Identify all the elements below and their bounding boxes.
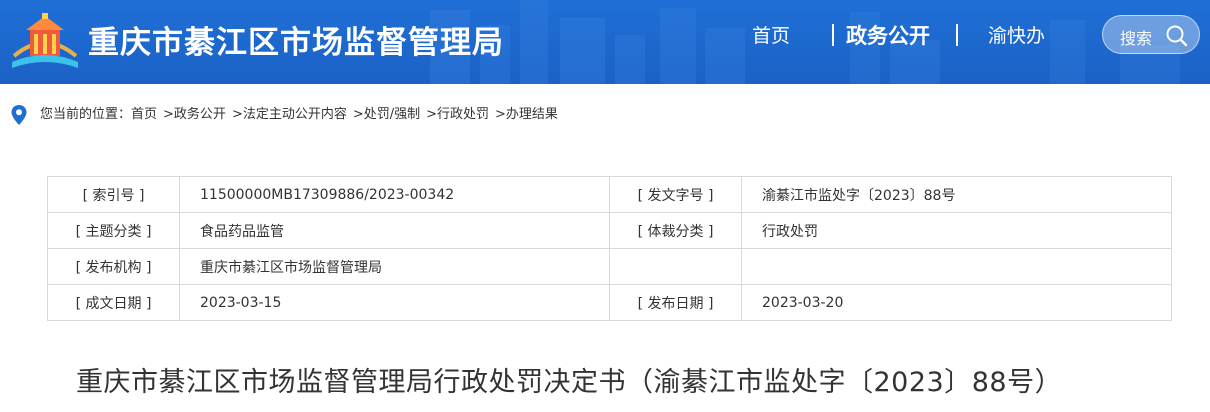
meta-value-publish-date: 2023-03-20 <box>741 284 1172 321</box>
meta-value-doc-number: 渝綦江市监处字〔2023〕88号 <box>741 176 1172 213</box>
breadcrumb-item-home[interactable]: 首页 <box>131 107 157 122</box>
nav-yukuaiban[interactable]: 渝快办 <box>988 22 1045 50</box>
breadcrumb-item-gov-open[interactable]: >政务公开 <box>163 107 226 122</box>
table-row: [ 成文日期 ] 2023-03-15 [ 发布日期 ] 2023-03-20 <box>47 284 1172 321</box>
meta-label-topic: [ 主题分类 ] <box>47 212 180 249</box>
table-row: [ 主题分类 ] 食品药品监管 [ 体裁分类 ] 行政处罚 <box>47 212 1172 249</box>
table-row: [ 索引号 ] 11500000MB17309886/2023-00342 [ … <box>47 176 1172 213</box>
nav-divider <box>956 24 958 46</box>
meta-value-genre: 行政处罚 <box>741 212 1172 249</box>
meta-label-doc-number: [ 发文字号 ] <box>609 176 742 213</box>
location-pin-icon <box>11 105 27 125</box>
meta-label-written-date: [ 成文日期 ] <box>47 284 180 321</box>
document-meta-table: [ 索引号 ] 11500000MB17309886/2023-00342 [ … <box>47 176 1172 321</box>
meta-label-index: [ 索引号 ] <box>47 176 180 213</box>
search-button[interactable]: 搜索 <box>1102 15 1200 54</box>
document-title: 重庆市綦江区市场监督管理局行政处罚决定书（渝綦江市监处字〔2023〕88号） <box>76 367 1063 398</box>
meta-value-topic: 食品药品监管 <box>179 212 610 249</box>
meta-label-publish-date: [ 发布日期 ] <box>609 284 742 321</box>
meta-label-genre: [ 体裁分类 ] <box>609 212 742 249</box>
meta-value-written-date: 2023-03-15 <box>179 284 610 321</box>
meta-value-publisher: 重庆市綦江区市场监督管理局 <box>179 248 610 285</box>
breadcrumb-item-results[interactable]: >办理结果 <box>495 107 558 122</box>
site-title[interactable]: 重庆市綦江区市场监督管理局 <box>88 17 504 62</box>
site-header: 重庆市綦江区市场监督管理局 首页 政务公开 渝快办 搜索 <box>0 0 1210 84</box>
breadcrumb-prefix: 您当前的位置： <box>40 107 132 122</box>
meta-value-index: 11500000MB17309886/2023-00342 <box>179 176 610 213</box>
nav-home[interactable]: 首页 <box>752 22 790 50</box>
search-label: 搜索 <box>1120 29 1153 48</box>
nav-divider <box>832 24 834 46</box>
emblem-logo-icon <box>12 13 78 68</box>
search-icon <box>1166 25 1188 47</box>
breadcrumb-item-penalty-enforcement[interactable]: >处罚/强制 <box>353 107 420 122</box>
meta-label-empty <box>609 248 742 285</box>
nav-gov-open[interactable]: 政务公开 <box>846 22 930 50</box>
meta-label-publisher: [ 发布机构 ] <box>47 248 180 285</box>
meta-value-empty <box>741 248 1172 285</box>
breadcrumb-item-admin-penalty[interactable]: >行政处罚 <box>426 107 489 122</box>
table-row: [ 发布机构 ] 重庆市綦江区市场监督管理局 <box>47 248 1172 285</box>
breadcrumb-item-statutory[interactable]: >法定主动公开内容 <box>232 107 347 122</box>
